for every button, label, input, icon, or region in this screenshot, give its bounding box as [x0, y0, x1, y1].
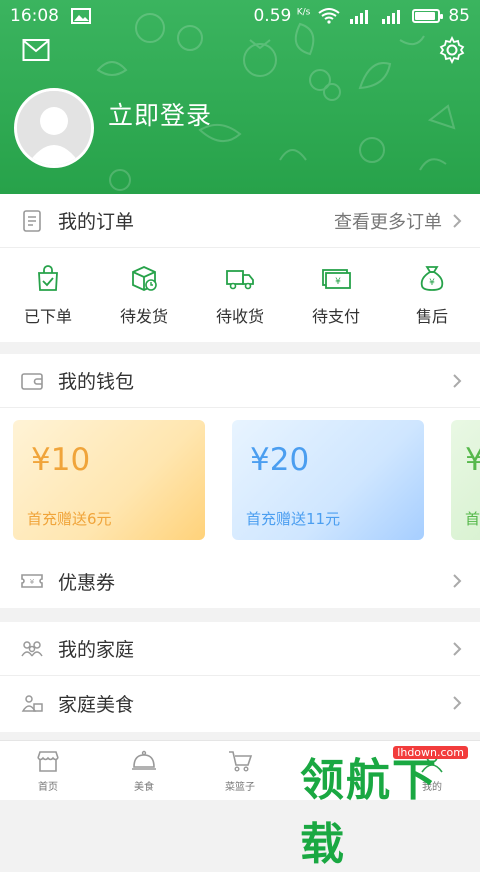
my-orders-title: 我的订单 — [58, 211, 135, 233]
watermark-text: 领航下载 — [300, 755, 438, 870]
order-status-label: 待收货 — [215, 307, 264, 326]
recharge-amount: ¥10 — [31, 442, 91, 478]
signal-4g-icon — [350, 10, 369, 24]
battery-level: 85 — [448, 6, 470, 26]
family-icon — [21, 640, 43, 656]
order-status-bar: 已下单 待发货 待收货 ¥ 待支付 ¥ 售后 — [0, 248, 480, 342]
my-orders-row[interactable]: 我的订单 查看更多订单 — [0, 194, 480, 248]
wifi-icon — [318, 8, 340, 24]
chevron-right-icon — [453, 696, 462, 710]
family-food-label: 家庭美食 — [58, 693, 135, 716]
tab-label: 美食 — [134, 782, 154, 793]
wallet-section: 我的钱包 ¥10 首充赠送6元 ¥20 首充赠送11元 ¥ 首 ¥ 优惠券 — [0, 354, 480, 608]
default-user-icon — [17, 91, 91, 165]
recharge-card-20[interactable]: ¥20 首充赠送11元 — [232, 420, 424, 540]
status-time: 16:08 — [10, 6, 59, 26]
order-status-placed[interactable]: 已下单 — [0, 248, 96, 342]
cloche-icon — [132, 750, 156, 770]
watermark-url: lhdown.com — [393, 746, 468, 759]
coupon-row[interactable]: ¥ 优惠券 — [0, 554, 480, 608]
order-status-pending-payment[interactable]: ¥ 待支付 — [288, 248, 384, 342]
profile-header: 16:08 0.59 K/s 85 立即登录 — [0, 0, 480, 194]
recharge-card-10[interactable]: ¥10 首充赠送6元 — [13, 420, 205, 540]
recharge-amount: ¥ — [465, 442, 480, 478]
battery-icon — [412, 9, 444, 23]
view-more-orders[interactable]: 查看更多订单 — [334, 208, 462, 234]
order-list-icon — [23, 209, 41, 232]
login-link[interactable]: 立即登录 — [108, 96, 212, 132]
tab-label: 菜篮子 — [225, 782, 255, 793]
family-food-row[interactable]: 家庭美食 — [0, 676, 480, 730]
orders-section: 我的订单 查看更多订单 已下单 待发货 待收货 ¥ 待支付 ¥ 售后 — [0, 194, 480, 342]
order-status-label: 售后 — [415, 307, 448, 326]
recharge-amount: ¥20 — [250, 442, 310, 478]
svg-text:¥: ¥ — [30, 578, 35, 586]
order-status-label: 已下单 — [23, 307, 72, 326]
chevron-right-icon — [453, 641, 462, 656]
status-bar: 16:08 0.59 K/s 85 — [0, 0, 480, 32]
bag-check-icon — [38, 265, 58, 291]
svg-text:¥: ¥ — [429, 278, 435, 288]
money-icon: ¥ — [322, 269, 351, 289]
watermark: 领航下载 lhdown.com — [296, 740, 480, 870]
coupon-icon: ¥ — [21, 574, 43, 588]
box-clock-icon — [132, 266, 157, 291]
recharge-bonus: 首充赠送6元 — [27, 510, 112, 528]
money-bag-icon: ¥ — [420, 266, 444, 291]
recharge-bonus: 首充赠送11元 — [246, 510, 341, 528]
settings-gear-icon[interactable] — [438, 36, 466, 64]
order-status-pending-ship[interactable]: 待发货 — [96, 248, 192, 342]
tab-home[interactable]: 首页 — [0, 741, 96, 800]
recharge-cards: ¥10 首充赠送6元 ¥20 首充赠送11元 ¥ 首 — [0, 408, 480, 552]
chevron-right-icon — [453, 213, 462, 228]
tab-basket[interactable]: 菜篮子 — [192, 741, 288, 800]
network-speed: 0.59 K/s — [253, 6, 311, 26]
svg-text:¥: ¥ — [335, 277, 341, 287]
signal-3g-icon — [382, 10, 401, 24]
coupon-label: 优惠券 — [58, 571, 116, 594]
order-status-label: 待支付 — [311, 307, 360, 326]
view-more-orders-label: 查看更多订单 — [334, 211, 442, 233]
family-section: 我的家庭 家庭美食 — [0, 622, 480, 732]
my-family-label: 我的家庭 — [58, 639, 135, 661]
chevron-right-icon — [453, 373, 462, 388]
order-status-pending-receive[interactable]: 待收货 — [192, 248, 288, 342]
order-status-after-sale[interactable]: ¥ 售后 — [384, 248, 480, 342]
my-wallet-title: 我的钱包 — [58, 371, 135, 393]
my-family-row[interactable]: 我的家庭 — [0, 622, 480, 676]
image-notification-icon — [71, 8, 91, 24]
tab-label: 首页 — [38, 782, 58, 793]
message-icon[interactable] — [22, 38, 50, 62]
truck-icon — [226, 270, 254, 290]
tab-food[interactable]: 美食 — [96, 741, 192, 800]
my-wallet-row[interactable]: 我的钱包 — [0, 354, 480, 408]
order-status-label: 待发货 — [119, 307, 168, 326]
recharge-bonus: 首 — [465, 510, 480, 528]
cart-icon — [229, 751, 253, 772]
avatar[interactable] — [14, 88, 94, 168]
shop-icon — [37, 751, 59, 772]
chevron-right-icon — [453, 574, 462, 588]
wallet-icon — [21, 372, 43, 390]
recharge-card-partial[interactable]: ¥ 首 — [451, 420, 480, 540]
speed-unit: K/s — [296, 7, 311, 18]
chef-icon — [21, 695, 43, 712]
